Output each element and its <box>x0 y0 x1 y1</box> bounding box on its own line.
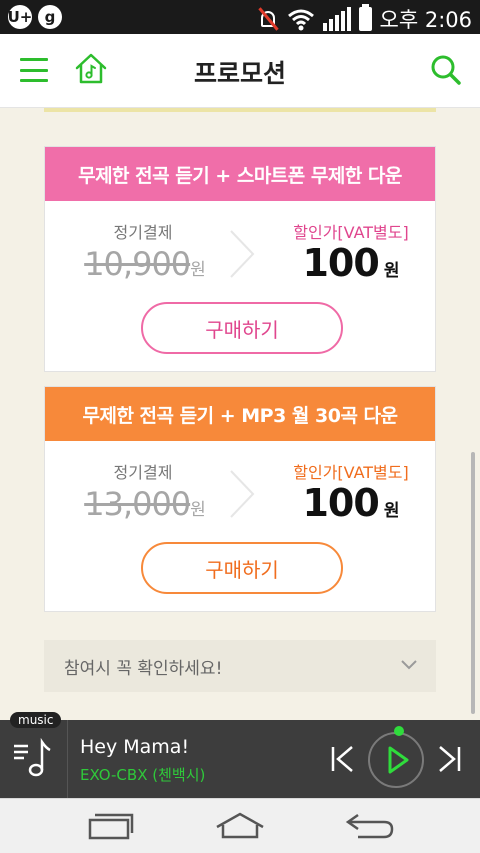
clock: 오후 2:06 <box>379 8 472 32</box>
chevron-right-icon <box>230 230 255 278</box>
regular-price: 10,900원 <box>84 245 206 283</box>
g-app-icon: g <box>38 5 62 29</box>
uplus-icon: U+ <box>8 5 32 29</box>
discount-price: 100 원 <box>302 481 400 525</box>
progress-dot <box>394 726 404 736</box>
play-button[interactable] <box>368 732 424 788</box>
song-artist: EXO-CBX (첸백시) <box>80 766 206 784</box>
battery-icon <box>358 4 372 31</box>
signal-icon <box>322 7 351 31</box>
notice-accordion[interactable]: 참여시 꼭 확인하세요! <box>44 640 436 692</box>
section-divider <box>44 108 436 112</box>
search-icon[interactable] <box>430 54 462 86</box>
discount-price: 100 원 <box>302 241 400 285</box>
discount-price-label: 할인가[VAT별도] <box>293 463 409 482</box>
back-icon[interactable] <box>344 809 396 843</box>
buy-button[interactable]: 구매하기 <box>141 302 343 354</box>
mute-icon <box>257 7 279 31</box>
mini-player[interactable]: music Hey Mama! EXO-CBX (첸백시) <box>0 712 480 798</box>
recents-icon[interactable] <box>86 811 134 841</box>
next-icon[interactable] <box>436 744 462 774</box>
song-title: Hey Mama! <box>80 736 190 758</box>
app-header: 프로모션 <box>0 34 480 108</box>
notice-text: 참여시 꼭 확인하세요! <box>64 658 223 679</box>
regular-price: 13,000원 <box>84 485 206 523</box>
buy-button[interactable]: 구매하기 <box>141 542 343 594</box>
regular-payment-label: 정기결제 <box>113 463 173 482</box>
home-icon[interactable] <box>214 811 266 841</box>
menu-icon[interactable] <box>20 58 48 82</box>
promo-card-smartphone: 무제한 전곡 듣기 + 스마트폰 무제한 다운 정기결제 10,900원 할인가… <box>44 146 436 372</box>
system-nav-bar <box>0 798 480 853</box>
page-title: 프로모션 <box>193 59 286 88</box>
previous-icon[interactable] <box>330 744 356 774</box>
play-icon <box>388 746 409 774</box>
playlist-icon[interactable] <box>12 736 56 780</box>
regular-payment-label: 정기결제 <box>113 223 173 242</box>
status-bar: U+ g 오후 2:06 <box>0 0 480 34</box>
scrollbar[interactable] <box>471 452 475 714</box>
home-music-icon[interactable] <box>74 52 108 86</box>
chevron-right-icon <box>230 470 255 518</box>
wifi-icon <box>287 9 314 31</box>
discount-price-label: 할인가[VAT별도] <box>293 223 409 242</box>
chevron-down-icon <box>401 660 417 670</box>
promo-title: 무제한 전곡 듣기 + 스마트폰 무제한 다운 <box>45 147 435 201</box>
promo-card-mp3: 무제한 전곡 듣기 + MP3 월 30곡 다운 정기결제 13,000원 할인… <box>44 386 436 612</box>
music-tag: music <box>10 712 62 728</box>
promo-title: 무제한 전곡 듣기 + MP3 월 30곡 다운 <box>45 387 435 441</box>
